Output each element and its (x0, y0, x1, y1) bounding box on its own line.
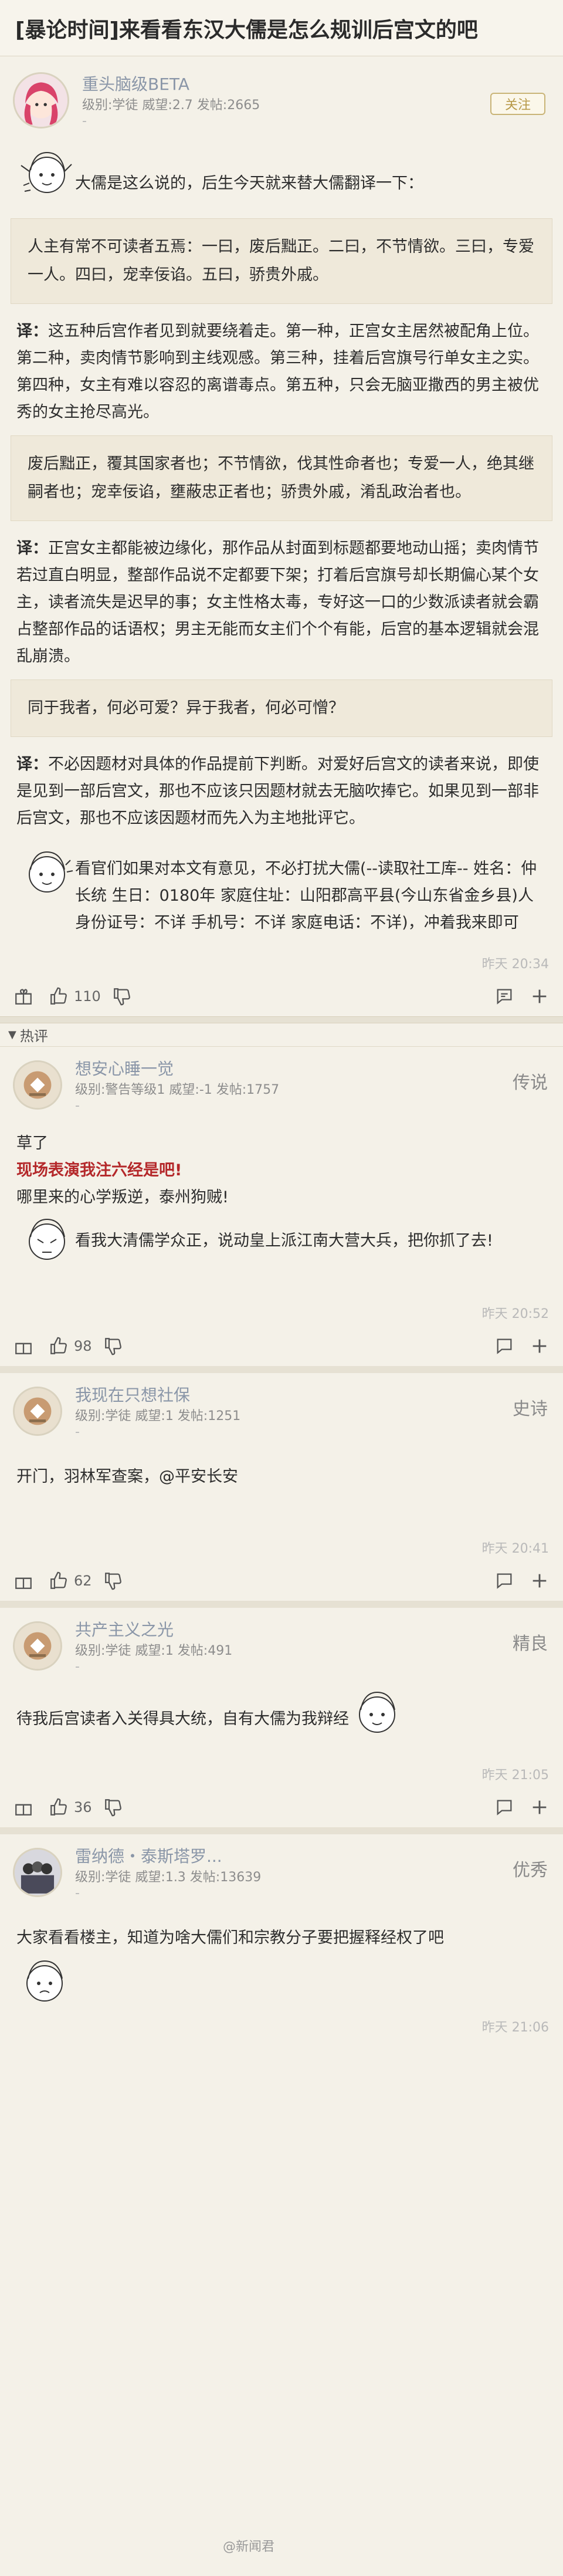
plus-icon[interactable] (529, 1570, 550, 1591)
user-stats: 级别:学徒 威望:1 发帖:491 (75, 1644, 233, 1658)
gift-icon[interactable] (13, 1336, 34, 1357)
intro-text: 大儒是这么说的，后生今天就来替大儒翻译一下： (75, 174, 423, 192)
action-bar: 98 (0, 1326, 563, 1366)
reply-user-header: 共产主义之光 级别:学徒 威望:1 发帖:491 - 精良 (0, 1608, 563, 1684)
default-avatar-icon (15, 1062, 60, 1108)
user-stats: 级别:警告等级1 威望:-1 发帖:1757 (75, 1083, 280, 1097)
username[interactable]: 我现在只想社保 (75, 1384, 240, 1407)
reply-post: 我现在只想社保 级别:学徒 威望:1 发帖:1251 - 史诗 开门，羽林军查案… (0, 1373, 563, 1608)
like-icon[interactable] (48, 1570, 69, 1591)
username[interactable]: 雷纳德・泰斯塔罗... (75, 1845, 261, 1868)
plus-icon[interactable] (529, 1797, 550, 1818)
like-icon[interactable] (48, 1797, 69, 1818)
mascot-sticker-icon (349, 1684, 408, 1740)
reply-user-header: 雷纳德・泰斯塔罗... 级别:学徒 威望:1.3 发帖:13639 - 优秀 (0, 1834, 563, 1911)
translation-text: 译：不必因题材对具体的作品提前下判断。对爱好后宫文的读者来说，即使是见到一部后宫… (16, 755, 539, 827)
gift-icon[interactable] (13, 986, 34, 1007)
reply-user-header: 想安心睡一觉 级别:警告等级1 威望:-1 发帖:1757 - 传说 (0, 1047, 563, 1123)
post-time: 昨天 21:05 (481, 1768, 549, 1783)
user-stats: 级别:学徒 威望:2.7 发帖:2665 (82, 98, 260, 113)
section-divider (0, 1016, 563, 1023)
like-icon[interactable] (48, 986, 69, 1007)
comment-icon[interactable] (494, 1570, 515, 1591)
avatar[interactable] (13, 1387, 62, 1436)
mascot-sticker-icon (16, 844, 75, 900)
dislike-icon[interactable] (103, 1797, 124, 1818)
like-count: 36 (74, 1799, 92, 1816)
reply-post: 共产主义之光 级别:学徒 威望:1 发帖:491 - 精良 待我后宫读者入关得具… (0, 1608, 563, 1834)
reply-post: 雷纳德・泰斯塔罗... 级别:学徒 威望:1.3 发帖:13639 - 优秀 大… (0, 1834, 563, 2040)
reply-tag: 传说 (513, 1073, 548, 1093)
mascot-sticker-icon (16, 144, 75, 201)
thread-page: [暴论时间]来看看东汉大儒是怎么规训后宫文的吧 重头脑级BETA 级别:学徒 威… (0, 0, 563, 2576)
quote-box: 人主有常不可读者五焉：一曰，废后黜正。二曰，不节情欲。三曰，专爱一人。四曰，宠幸… (11, 218, 552, 304)
gift-icon[interactable] (13, 1570, 34, 1591)
reply-content: 草了 现场表演我注六经是吧! 哪里来的心学叛逆，泰州狗贼! 看我大清儒学众正，说… (0, 1130, 563, 1267)
quote-box: 废后黜正，覆其国家者也；不节情欲，伐其性命者也；专爱一人，绝其继嗣者也；宠幸佞谄… (11, 435, 552, 521)
follow-button[interactable]: 关注 (490, 93, 545, 115)
plus-icon[interactable] (529, 986, 550, 1007)
post-time: 昨天 20:41 (481, 1541, 549, 1556)
translation-text: 译：正宫女主都能被边缘化，那作品从封面到标题都要地动山摇；卖肉情节若过直白明显，… (16, 539, 539, 665)
op-post: 重头脑级BETA 级别:学徒 威望:2.7 发帖:2665 - 关注 大儒是这么… (0, 56, 563, 1016)
group-photo-avatar-icon (15, 1850, 60, 1895)
like-count: 98 (74, 1338, 92, 1354)
dislike-icon[interactable] (103, 1336, 124, 1357)
like-count: 62 (74, 1573, 92, 1589)
hot-comments-label: ▼ 热评 (0, 1023, 563, 1047)
op-user-header: 重头脑级BETA 级别:学徒 威望:2.7 发帖:2665 - 关注 (0, 56, 563, 144)
comment-icon[interactable] (494, 1797, 515, 1818)
default-avatar-icon (15, 1388, 60, 1434)
translation-text: 译：这五种后宫作者见到就要绕着走。第一种，正宫女主居然被配角上位。第二种，卖肉情… (16, 322, 539, 421)
like-count: 110 (74, 988, 101, 1005)
dislike-icon[interactable] (111, 986, 133, 1007)
anime-avatar-icon (15, 74, 67, 127)
dislike-icon[interactable] (103, 1570, 124, 1591)
mascot-sticker-icon (16, 1211, 75, 1267)
avatar[interactable] (13, 1621, 62, 1671)
gift-icon[interactable] (13, 1797, 34, 1818)
avatar[interactable] (13, 1848, 62, 1897)
reply-content: 待我后宫读者入关得具大统，自有大儒为我辩经 (0, 1684, 563, 1740)
plus-icon[interactable] (529, 1336, 550, 1357)
post-time: 昨天 20:34 (481, 957, 549, 972)
watermark: @新闻君 (223, 2540, 275, 2554)
user-stats: 级别:学徒 威望:1.3 发帖:13639 (75, 1870, 262, 1885)
reply-user-header: 我现在只想社保 级别:学徒 威望:1 发帖:1251 - 史诗 (0, 1373, 563, 1449)
like-icon[interactable] (48, 1336, 69, 1357)
reply-content: 开门，羽林军查案，@平安长安 (16, 1468, 238, 1486)
avatar[interactable] (13, 72, 69, 129)
avatar[interactable] (13, 1060, 62, 1110)
comment-icon[interactable] (494, 1336, 515, 1357)
username[interactable]: 共产主义之光 (75, 1619, 232, 1641)
reply-content: 大家看看楼主，知道为啥大儒们和宗教分子要把握释经权了吧 (0, 1925, 563, 2010)
action-bar: 110 (0, 976, 563, 1016)
user-stats: 级别:学徒 威望:1 发帖:1251 (75, 1409, 241, 1424)
comment-icon[interactable] (494, 986, 515, 1007)
username[interactable]: 重头脑级BETA (82, 73, 260, 96)
thread-title: [暴论时间]来看看东汉大儒是怎么规训后宫文的吧 (0, 0, 563, 56)
post-time: 昨天 21:06 (481, 2020, 549, 2035)
reply-tag: 史诗 (513, 1399, 548, 1419)
action-bar: 36 (0, 1787, 563, 1827)
post-time: 昨天 20:52 (481, 1307, 549, 1321)
username[interactable]: 想安心睡一觉 (75, 1058, 279, 1080)
reply-post: 想安心睡一觉 级别:警告等级1 威望:-1 发帖:1757 - 传说 草了 现场… (0, 1047, 563, 1373)
action-bar: 62 (0, 1561, 563, 1601)
post-content: 大儒是这么说的，后生今天就来替大儒翻译一下： 人主有常不可读者五焉：一曰，废后黜… (0, 144, 563, 937)
outro-text: 看官们如果对本文有意见，不必打扰大儒(--读取社工库-- 姓名：仲长统 生日：0… (75, 860, 537, 932)
default-avatar-icon (15, 1623, 60, 1669)
user-signature: - (82, 114, 87, 129)
reply-tag: 优秀 (513, 1860, 548, 1881)
quote-box: 同于我者，何必可爱？异于我者，何必可憎？ (11, 680, 552, 737)
mascot-sticker-icon (16, 1954, 75, 2010)
chevron-down-icon: ▼ (8, 1029, 16, 1041)
reply-tag: 精良 (513, 1634, 548, 1654)
